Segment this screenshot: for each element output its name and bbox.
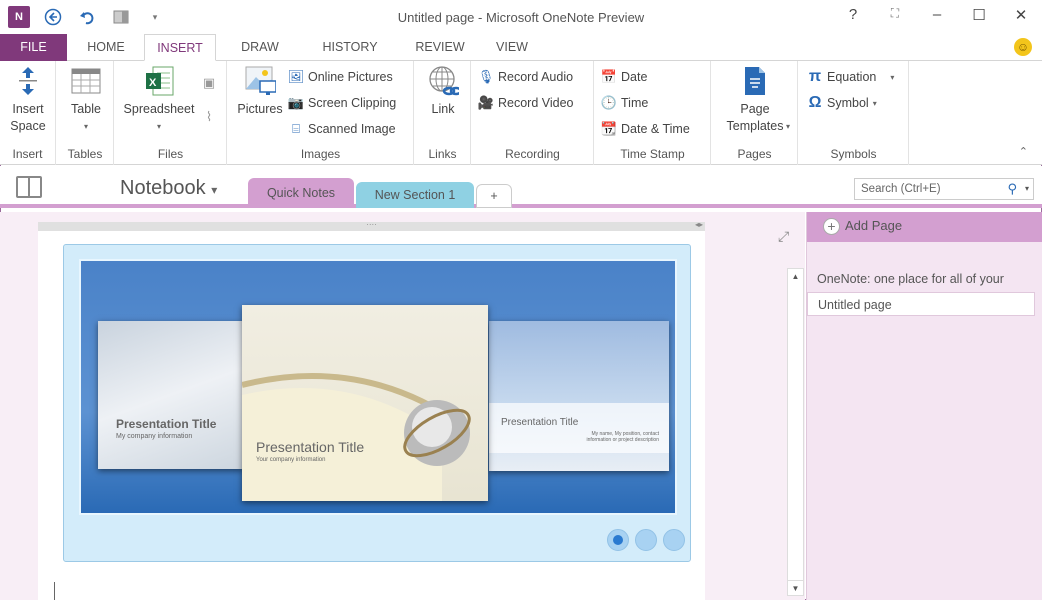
group-insert: Insert Space Insert [0, 61, 56, 165]
online-pictures-icon: 🖼 [287, 69, 305, 84]
slide-thumbnail-current[interactable]: Presentation Title Your company informat… [242, 305, 488, 501]
group-pages: Page Templates ▾ Pages [712, 61, 798, 165]
ribbon: Insert Space Insert Table ▾ Tables X Spr… [0, 61, 1042, 165]
full-screen-icon[interactable]: ⛶ [884, 6, 906, 24]
slide-stage: Presentation Title My company informatio… [79, 259, 677, 515]
page-list-item[interactable]: OneNote: one place for all of your [807, 267, 1035, 291]
table-button[interactable]: Table ▾ [63, 65, 109, 135]
tab-insert[interactable]: INSERT [144, 34, 216, 61]
group-images: Pictures 🖼 Online Pictures 📷 Screen Clippi… [228, 61, 414, 165]
attach-file-icon: ⌇ [205, 109, 213, 124]
note-container-handle[interactable]: ···· ◂▸ [38, 221, 705, 231]
scanner-icon: ⌸ [292, 121, 300, 136]
plus-icon: + [823, 218, 840, 235]
insert-space-button[interactable]: Insert Space [4, 65, 52, 135]
chevron-down-icon: ▾ [211, 183, 218, 197]
clock-icon: 🕒 [600, 95, 618, 110]
page-template-icon [739, 65, 771, 97]
record-audio-button[interactable]: 🎙 Record Audio [478, 69, 573, 85]
video-icon: 🎥 [477, 95, 495, 110]
slide-thumbnail[interactable]: Presentation Title My name, My position,… [489, 321, 669, 471]
slide-thumbnail[interactable]: Presentation Title My company informatio… [98, 321, 243, 469]
equation-button[interactable]: π Equation ▾ [807, 68, 895, 85]
search-scope-dropdown-icon[interactable]: ▾ [1025, 184, 1029, 193]
tab-home[interactable]: HOME [70, 34, 142, 61]
file-printout-icon: ▣ [202, 75, 216, 90]
page-dot-1[interactable] [607, 529, 629, 551]
omega-icon: Ω [808, 94, 822, 111]
group-label: Insert [12, 147, 43, 161]
maximize-icon[interactable]: ☐ [968, 6, 990, 24]
note-page[interactable]: ···· ◂▸ Presentation Title My company inf… [38, 221, 705, 600]
pictures-icon [244, 65, 276, 97]
page-dot-3[interactable] [663, 529, 685, 551]
group-time-stamp: 📅 Date 🕒 Time 📆 Date & Time Time Stamp [595, 61, 711, 165]
calendar-icon: 📅 [600, 69, 618, 84]
spreadsheet-button[interactable]: X Spreadsheet ▾ [119, 65, 199, 135]
page-canvas: ···· ◂▸ Presentation Title My company inf… [0, 212, 805, 600]
screen-clipping-button[interactable]: 📷 Screen Clipping [288, 95, 396, 111]
text-cursor [54, 582, 55, 600]
excel-icon: X [143, 65, 175, 97]
screen-clipping-icon: 📷 [287, 95, 305, 110]
svg-text:X: X [149, 77, 157, 89]
search-icon[interactable]: ⚲ [1007, 181, 1017, 197]
symbol-button[interactable]: Ω Symbol ▾ [807, 94, 877, 111]
minimize-icon[interactable]: – [926, 6, 948, 24]
gallery-pager [607, 529, 685, 551]
table-icon [70, 65, 102, 97]
notebook-name-dropdown[interactable]: Notebook ▾ [120, 177, 217, 200]
search-input[interactable]: Search (Ctrl+E) ⚲ ▾ [854, 178, 1034, 200]
date-button[interactable]: 📅 Date [600, 69, 648, 85]
help-icon[interactable]: ? [842, 6, 864, 24]
slide-gallery: Presentation Title My company informatio… [63, 244, 691, 562]
group-symbols: π Equation ▾ Ω Symbol ▾ Symbols [799, 61, 909, 165]
resize-handle-icon[interactable]: ◂▸ [695, 221, 703, 229]
notebook-bar: Notebook ▾ Quick Notes New Section 1 + S… [0, 166, 1042, 208]
scroll-up-icon[interactable]: ▲ [788, 269, 803, 284]
tab-file[interactable]: FILE [0, 34, 67, 61]
online-pictures-button[interactable]: 🖼 Online Pictures [288, 69, 393, 85]
add-page-button[interactable]: + Add Page [807, 212, 1042, 242]
group-tables: Table ▾ Tables [57, 61, 114, 165]
link-icon [427, 65, 459, 97]
page-dot-2[interactable] [635, 529, 657, 551]
close-icon[interactable]: ✕ [1010, 6, 1032, 24]
title-bar: N ▾ Untitled page - Microsoft OneNote Pr… [0, 0, 1042, 34]
expand-icon[interactable]: ⤢ [778, 228, 789, 245]
page-list-item-selected[interactable]: Untitled page [807, 292, 1035, 316]
tab-review[interactable]: REVIEW [405, 34, 475, 61]
chevron-down-icon: ▾ [83, 122, 88, 131]
tab-draw[interactable]: DRAW [224, 34, 296, 61]
collapse-ribbon-icon[interactable]: ⌃ [1019, 145, 1028, 158]
scanned-image-button[interactable]: ⌸ Scanned Image [288, 121, 395, 137]
add-section-button[interactable]: + [476, 184, 512, 208]
record-video-button[interactable]: 🎥 Record Video [478, 95, 574, 111]
section-tab-quick-notes[interactable]: Quick Notes [248, 178, 354, 208]
feedback-smiley-icon[interactable]: ☺ [1014, 38, 1032, 56]
tab-view[interactable]: VIEW [482, 34, 542, 61]
file-printout-button[interactable]: ▣ [201, 75, 217, 91]
pi-icon: π [808, 68, 822, 85]
group-files: X Spreadsheet ▾ ▣ ⌇ Files [115, 61, 227, 165]
pages-pane: + Add Page OneNote: one place for all of… [806, 212, 1042, 600]
link-button[interactable]: Link [421, 65, 465, 118]
insert-space-icon [12, 65, 44, 97]
notebook-icon[interactable] [16, 176, 42, 198]
ribbon-tabs: FILE HOME INSERT DRAW HISTORY REVIEW VIE… [0, 34, 1042, 61]
page-templates-button[interactable]: Page Templates ▾ [716, 65, 794, 135]
tab-history[interactable]: HISTORY [312, 34, 388, 61]
attach-file-button[interactable]: ⌇ [201, 109, 217, 125]
section-tab-new-section-1[interactable]: New Section 1 [356, 182, 474, 208]
scroll-down-icon[interactable]: ▼ [788, 580, 803, 595]
group-recording: 🎙 Record Audio 🎥 Record Video Recording [472, 61, 594, 165]
vertical-scrollbar[interactable]: ▲ ▼ [787, 268, 804, 596]
mic-icon: 🎙 [477, 69, 495, 84]
group-links: Link Links [415, 61, 471, 165]
time-button[interactable]: 🕒 Time [601, 95, 648, 111]
date-time-icon: 📆 [600, 121, 618, 136]
date-time-button[interactable]: 📆 Date & Time [601, 121, 690, 137]
pictures-button[interactable]: Pictures [232, 65, 288, 118]
